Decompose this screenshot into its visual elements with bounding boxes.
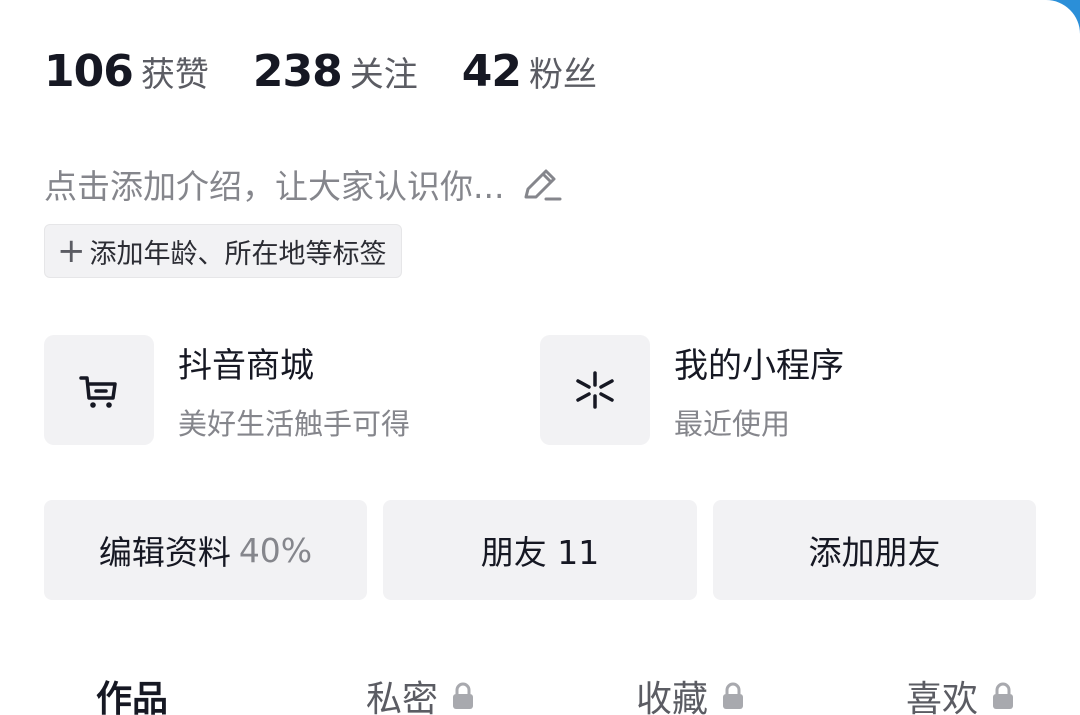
mini-program-icon bbox=[576, 371, 614, 409]
service-subtitle: 最近使用 bbox=[674, 406, 791, 441]
stat-likes[interactable]: 106 获赞 bbox=[44, 46, 209, 97]
profile-completion-percent: 40% bbox=[238, 530, 313, 570]
add-tags-chip[interactable]: + 添加年龄、所在地等标签 bbox=[44, 224, 402, 278]
edit-profile-button[interactable]: 编辑资料 40% bbox=[44, 500, 367, 600]
add-friend-label: 添加朋友 bbox=[808, 533, 941, 572]
shopping-cart-icon bbox=[79, 376, 117, 408]
friends-label: 朋友 11 bbox=[480, 533, 600, 572]
stats-row: 106 获赞 238 关注 42 粉丝 bbox=[44, 46, 641, 102]
service-title: 抖音商城 bbox=[178, 345, 314, 386]
add-tags-label: 添加年龄、所在地等标签 bbox=[89, 238, 387, 270]
stat-likes-value: 106 bbox=[44, 46, 134, 97]
lock-icon bbox=[723, 682, 744, 709]
stat-following-value: 238 bbox=[252, 46, 343, 97]
lock-icon bbox=[453, 682, 474, 709]
bio-edit-prompt[interactable]: 点击添加介绍，让大家认识你... bbox=[44, 160, 562, 208]
lock-icon bbox=[993, 682, 1014, 709]
service-douyin-mall[interactable]: 抖音商城 美好生活触手可得 bbox=[44, 335, 410, 445]
edit-profile-label: 编辑资料 bbox=[98, 533, 231, 572]
bio-placeholder: 点击添加介绍，让大家认识你... bbox=[44, 167, 505, 206]
tab-private[interactable]: 私密 bbox=[366, 670, 476, 715]
stat-likes-label: 获赞 bbox=[140, 55, 209, 95]
pencil-icon bbox=[524, 169, 562, 201]
stat-followers-value: 42 bbox=[461, 46, 522, 97]
tab-likes[interactable]: 喜欢 bbox=[906, 670, 1016, 715]
tab-works[interactable]: 作品 bbox=[96, 670, 168, 715]
tab-label: 私密 bbox=[366, 679, 439, 715]
content-tabs: 作品 私密 收藏 喜欢 bbox=[0, 670, 1080, 715]
profile-sheet: 106 获赞 238 关注 42 粉丝 点击添加介绍，让大家认识你... + 添… bbox=[0, 0, 1080, 715]
plus-icon: + bbox=[57, 231, 86, 271]
friends-button[interactable]: 朋友 11 bbox=[383, 500, 697, 600]
mini-program-icon-box bbox=[540, 335, 650, 445]
add-friend-button[interactable]: 添加朋友 bbox=[713, 500, 1036, 600]
service-title: 我的小程序 bbox=[674, 345, 844, 386]
stat-following-label: 关注 bbox=[349, 55, 418, 95]
stat-followers[interactable]: 42 粉丝 bbox=[462, 46, 597, 97]
stat-followers-label: 粉丝 bbox=[528, 55, 597, 95]
tab-label: 作品 bbox=[96, 679, 169, 715]
service-mini-programs[interactable]: 我的小程序 最近使用 bbox=[540, 335, 844, 445]
tab-label: 喜欢 bbox=[906, 679, 979, 715]
service-subtitle: 美好生活触手可得 bbox=[178, 406, 411, 441]
tab-favorites[interactable]: 收藏 bbox=[636, 670, 746, 715]
mall-icon-box bbox=[44, 335, 154, 445]
tab-label: 收藏 bbox=[636, 679, 709, 715]
stat-following[interactable]: 238 关注 bbox=[253, 46, 418, 97]
